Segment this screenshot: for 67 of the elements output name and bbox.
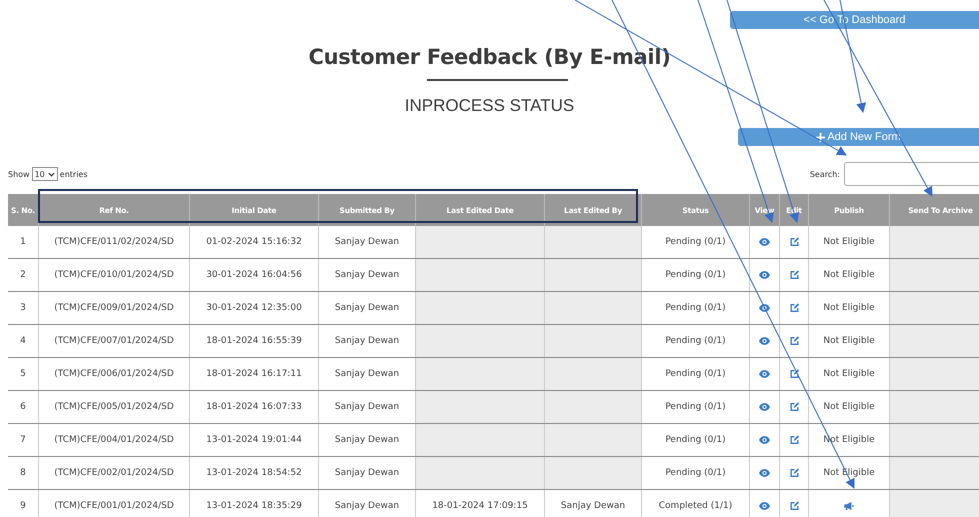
edit-icon[interactable]: [788, 236, 800, 247]
add-form-button[interactable]: Add New Form: [738, 128, 979, 146]
table-cell: 4: [8, 324, 38, 358]
table-cell: (TCM)CFE/006/01/2024/SD: [38, 358, 190, 390]
table-cell: 30-01-2024 12:35:00: [190, 292, 318, 324]
table-cell: (TCM)CFE/009/01/2024/SD: [38, 292, 190, 324]
page-subtitle: INPROCESS STATUS: [404, 96, 576, 116]
table-cell: (TCM)CFE/004/01/2024/SD: [38, 424, 190, 456]
table-cell: (TCM)CFE/002/01/2024/SD: [38, 456, 190, 490]
edit-icon[interactable]: [788, 402, 800, 412]
table-cell: (TCM)CFE/011/02/2024/SD: [38, 226, 190, 258]
entries-select[interactable]: 10: [32, 167, 58, 181]
table-cell: 6: [8, 390, 38, 424]
eye-icon[interactable]: [759, 336, 770, 346]
search-field[interactable]: [844, 162, 979, 186]
table-cell: 5: [8, 358, 38, 390]
table-cell: 9: [8, 490, 38, 517]
table-cell: Pending (0/1): [642, 226, 750, 258]
edit-icon[interactable]: [788, 270, 800, 280]
table-cell: 18-01-2024 16:07:33: [190, 390, 318, 424]
table-cell: 13-01-2024 18:54:52: [190, 456, 318, 490]
table-cell: 18-01-2024 17:09:15: [416, 490, 544, 517]
table-cell: Pending (0/1): [642, 292, 750, 324]
show-label: Show: [8, 170, 30, 178]
entries-label: entries: [60, 170, 88, 178]
table-cell: (TCM)CFE/007/01/2024/SD: [38, 324, 190, 358]
table-cell: 30-01-2024 16:04:56: [190, 258, 318, 292]
table-cell: Completed (1/1): [642, 490, 750, 517]
eye-icon[interactable]: [759, 302, 770, 313]
table-cell: Pending (0/1): [642, 424, 750, 456]
table-cell: (TCM)CFE/005/01/2024/SD: [38, 390, 190, 424]
eye-icon[interactable]: [759, 368, 770, 379]
edit-icon[interactable]: [788, 434, 800, 445]
eye-icon[interactable]: [759, 434, 770, 445]
table-cell: Pending (0/1): [642, 358, 750, 390]
table-cell: Pending (0/1): [642, 258, 750, 292]
table-cell: 7: [8, 424, 38, 456]
megaphone-icon[interactable]: [844, 502, 854, 510]
table-cell: 2: [8, 258, 38, 292]
eye-icon[interactable]: [759, 402, 770, 412]
edit-icon[interactable]: [788, 336, 800, 346]
eye-icon[interactable]: [759, 270, 770, 280]
table-cell: 8: [8, 456, 38, 490]
edit-icon[interactable]: [788, 302, 800, 313]
table-cell: 18-01-2024 16:17:11: [190, 358, 318, 390]
table-cell: 01-02-2024 15:16:32: [190, 226, 318, 258]
table-cell: 3: [8, 292, 38, 324]
table-cell: 18-01-2024 16:55:39: [190, 324, 318, 358]
edit-icon[interactable]: [788, 500, 800, 511]
eye-icon[interactable]: [759, 500, 770, 511]
table-cell: (TCM)CFE/001/01/2024/SD: [38, 490, 190, 517]
table-cell: 13-01-2024 18:35:29: [190, 490, 318, 517]
search-label: Search:: [810, 170, 840, 178]
table-cell: 1: [8, 226, 38, 258]
table-cell: Pending (0/1): [642, 390, 750, 424]
edit-icon[interactable]: [788, 468, 800, 478]
table-cell: Pending (0/1): [642, 456, 750, 490]
eye-icon[interactable]: [759, 236, 770, 247]
table-cell: Sanjay Dewan: [544, 490, 642, 517]
table-cell: 13-01-2024 19:01:44: [190, 424, 318, 456]
chevron-icon[interactable]: [48, 172, 55, 176]
table-cell: Pending (0/1): [642, 324, 750, 358]
edit-icon[interactable]: [788, 368, 800, 379]
table-cell: Sanjay Dewan: [318, 490, 416, 517]
eye-icon[interactable]: [759, 468, 770, 478]
table-cell: (TCM)CFE/010/01/2024/SD: [38, 258, 190, 292]
plus-icon: [816, 132, 826, 142]
